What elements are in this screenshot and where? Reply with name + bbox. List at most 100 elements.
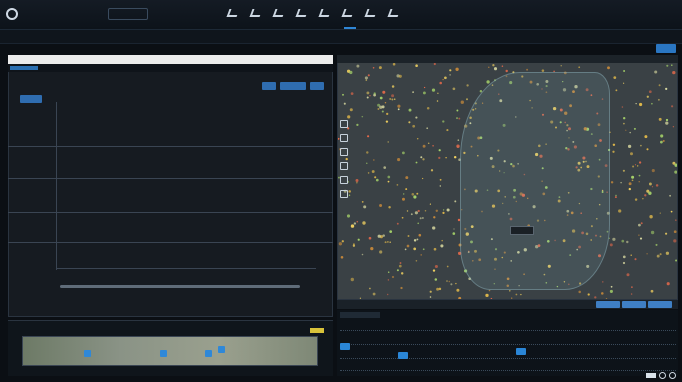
map-point [412, 124, 416, 128]
nav-item-5[interactable] [318, 9, 333, 17]
map-point [389, 97, 392, 101]
zoom-in-icon[interactable] [340, 120, 348, 128]
map-point [651, 186, 654, 188]
map-point [433, 247, 437, 251]
apply-button[interactable] [656, 44, 676, 53]
map-point [634, 198, 638, 201]
map-point [422, 217, 424, 219]
map-point [669, 194, 671, 197]
nav-item-6[interactable] [341, 9, 356, 17]
map-point [347, 115, 351, 119]
horizontal-scrollbar[interactable] [60, 285, 300, 288]
map-point [612, 150, 615, 153]
map-point [651, 102, 653, 105]
map-point [402, 197, 405, 201]
nav-item-8[interactable] [387, 9, 402, 17]
map-point [417, 222, 419, 225]
app-subtitle[interactable] [108, 8, 148, 20]
map-point [446, 280, 448, 282]
map-point [610, 181, 614, 184]
map-point [640, 222, 643, 225]
map-point [662, 139, 665, 143]
nav-item-1[interactable] [226, 9, 241, 17]
timeline-event[interactable] [398, 352, 408, 359]
nav-item-3[interactable] [272, 9, 287, 17]
map-point [609, 243, 613, 247]
map-point [442, 78, 444, 81]
timeline-marker[interactable] [84, 350, 91, 357]
nav-item-4[interactable] [295, 9, 310, 17]
map-point [404, 248, 407, 251]
zoom-out-icon[interactable] [340, 134, 348, 142]
panel-control-1[interactable] [262, 82, 276, 90]
timeline-marker[interactable] [218, 346, 225, 353]
map-point [397, 104, 401, 108]
panel-title [8, 55, 333, 64]
map-point [365, 79, 368, 81]
map-point [371, 170, 375, 173]
map-point [453, 228, 455, 230]
map-point [349, 108, 353, 112]
timeline-event[interactable] [340, 343, 350, 350]
map-point [609, 289, 613, 293]
map-point [422, 158, 425, 161]
map-button-1[interactable] [596, 301, 620, 308]
map-point [650, 230, 655, 235]
map-point [613, 76, 617, 79]
map-point [632, 165, 635, 168]
map-point [341, 240, 344, 243]
map-point [378, 66, 382, 70]
map-point [623, 117, 626, 120]
timeline-event[interactable] [516, 348, 526, 355]
panel-tab-active[interactable] [10, 66, 38, 70]
map-point [418, 233, 422, 237]
panel-control-3[interactable] [310, 82, 324, 90]
map-point [587, 293, 590, 296]
selected-region[interactable] [460, 72, 610, 290]
select-icon[interactable] [340, 162, 348, 170]
map-tooltip [510, 226, 534, 235]
nav-item-2[interactable] [249, 9, 264, 17]
map-point [458, 117, 461, 120]
map-point [438, 287, 442, 291]
timeline-row [340, 330, 676, 331]
map-point [448, 280, 451, 283]
panel-toggle-button[interactable] [20, 95, 42, 103]
timeline-marker[interactable] [205, 350, 212, 357]
map-point [426, 107, 430, 110]
map-point [629, 131, 631, 134]
map-point [642, 198, 644, 200]
map-point [638, 161, 642, 164]
map-point [446, 208, 450, 212]
map-point [408, 121, 411, 124]
map-point [379, 250, 383, 254]
footer-button[interactable] [646, 373, 656, 378]
map-button-3[interactable] [648, 301, 672, 308]
map-point [429, 296, 432, 298]
map-point [658, 84, 661, 87]
map-point [520, 293, 522, 296]
map-point [639, 102, 643, 107]
pan-icon[interactable] [340, 148, 348, 156]
timeline-tag[interactable] [310, 328, 324, 333]
map-point [391, 275, 395, 279]
nav-item-7[interactable] [364, 9, 379, 17]
help-icon[interactable] [669, 372, 676, 379]
timeline-strip[interactable] [22, 336, 318, 366]
map-point [407, 235, 410, 237]
map-point [373, 92, 376, 95]
layers-icon[interactable] [340, 190, 348, 198]
panel-control-2[interactable] [280, 82, 306, 90]
map-point [361, 200, 364, 203]
map-point [429, 290, 432, 293]
nav-icon [318, 9, 332, 17]
map-point [657, 98, 660, 101]
map-point [396, 222, 399, 225]
map-point [438, 156, 441, 160]
settings-icon[interactable] [659, 372, 666, 379]
map-point [625, 129, 627, 131]
map-button-2[interactable] [622, 301, 646, 308]
polygon-icon[interactable] [340, 176, 348, 184]
timeline-tabs[interactable] [340, 312, 380, 318]
timeline-marker[interactable] [160, 350, 167, 357]
